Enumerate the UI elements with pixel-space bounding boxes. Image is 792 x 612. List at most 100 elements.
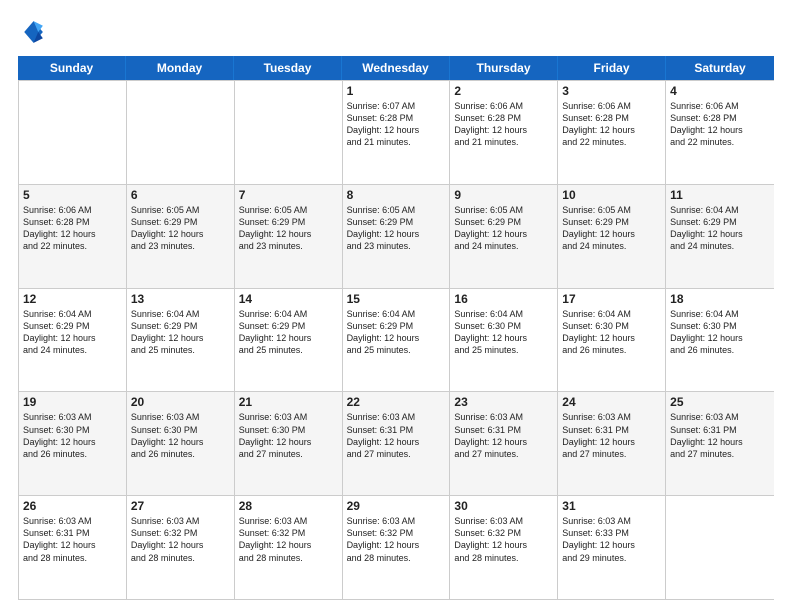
cell-info: Sunrise: 6:03 AM Sunset: 6:33 PM Dayligh… [562,515,661,564]
calendar-cell [666,496,774,599]
calendar-cell: 19Sunrise: 6:03 AM Sunset: 6:30 PM Dayli… [19,392,127,495]
cell-info: Sunrise: 6:03 AM Sunset: 6:31 PM Dayligh… [23,515,122,564]
calendar-cell: 23 Sunrise: 6:03 AM Sunset: 6:31 PM Dayli… [450,392,558,495]
cell-info: Sunrise: 6:03 AM Sunset: 6:32 PM Dayligh… [239,515,338,564]
cell-day-number: 30 [454,499,553,513]
calendar-cell: 22 Sunrise: 6:03 AM Sunset: 6:31 PM Dayli… [343,392,451,495]
header-day-tuesday: Tuesday [234,56,342,80]
cell-info: Sunrise: 6:06 AM Sunset: 6:28 PM Dayligh… [562,100,661,149]
calendar-cell: 24 Sunrise: 6:03 AM Sunset: 6:31 PM Dayli… [558,392,666,495]
cell-info: Sunrise: 6:05 AM Sunset: 6:29 PM Dayligh… [562,204,661,253]
calendar-row: 5Sunrise: 6:06 AM Sunset: 6:28 PM Daylig… [19,184,774,288]
cell-day-number: 20 [131,395,230,409]
calendar-cell: 17 Sunrise: 6:04 AM Sunset: 6:30 PM Dayli… [558,289,666,392]
calendar-cell: 20 Sunrise: 6:03 AM Sunset: 6:30 PM Dayli… [127,392,235,495]
cell-day-number: 12 [23,292,122,306]
cell-day-number: 16 [454,292,553,306]
cell-info: Sunrise: 6:06 AM Sunset: 6:28 PM Dayligh… [23,204,122,253]
calendar-row: 1 Sunrise: 6:07 AM Sunset: 6:28 PM Daylig… [19,80,774,184]
calendar-cell: 7 Sunrise: 6:05 AM Sunset: 6:29 PM Daylig… [235,185,343,288]
calendar-cell: 16 Sunrise: 6:04 AM Sunset: 6:30 PM Dayli… [450,289,558,392]
cell-day-number: 14 [239,292,338,306]
cell-info: Sunrise: 6:03 AM Sunset: 6:30 PM Dayligh… [131,411,230,460]
calendar-cell: 11 Sunrise: 6:04 AM Sunset: 6:29 PM Dayli… [666,185,774,288]
calendar-row: 26 Sunrise: 6:03 AM Sunset: 6:31 PM Dayli… [19,495,774,599]
cell-info: Sunrise: 6:03 AM Sunset: 6:32 PM Dayligh… [347,515,446,564]
cell-info: Sunrise: 6:03 AM Sunset: 6:32 PM Dayligh… [454,515,553,564]
calendar-cell: 9 Sunrise: 6:05 AM Sunset: 6:29 PM Daylig… [450,185,558,288]
cell-day-number: 28 [239,499,338,513]
calendar-cell: 18 Sunrise: 6:04 AM Sunset: 6:30 PM Dayli… [666,289,774,392]
cell-info: Sunrise: 6:05 AM Sunset: 6:29 PM Dayligh… [454,204,553,253]
cell-day-number: 2 [454,84,553,98]
cell-day-number: 13 [131,292,230,306]
header-day-wednesday: Wednesday [342,56,450,80]
calendar-cell: 1 Sunrise: 6:07 AM Sunset: 6:28 PM Daylig… [343,81,451,184]
cell-day-number: 23 [454,395,553,409]
calendar-cell: 21 Sunrise: 6:03 AM Sunset: 6:30 PM Dayli… [235,392,343,495]
cell-info: Sunrise: 6:04 AM Sunset: 6:30 PM Dayligh… [670,308,770,357]
cell-info: Sunrise: 6:03 AM Sunset: 6:30 PM Dayligh… [23,411,122,460]
cell-info: Sunrise: 6:03 AM Sunset: 6:30 PM Dayligh… [239,411,338,460]
cell-day-number: 27 [131,499,230,513]
cell-info: Sunrise: 6:03 AM Sunset: 6:32 PM Dayligh… [131,515,230,564]
calendar-cell: 4 Sunrise: 6:06 AM Sunset: 6:28 PM Daylig… [666,81,774,184]
cell-day-number: 31 [562,499,661,513]
cell-day-number: 15 [347,292,446,306]
cell-day-number: 21 [239,395,338,409]
cell-day-number: 24 [562,395,661,409]
cell-info: Sunrise: 6:04 AM Sunset: 6:29 PM Dayligh… [239,308,338,357]
header-day-thursday: Thursday [450,56,558,80]
cell-info: Sunrise: 6:04 AM Sunset: 6:30 PM Dayligh… [562,308,661,357]
header-day-friday: Friday [558,56,666,80]
calendar-cell: 6Sunrise: 6:05 AM Sunset: 6:29 PM Daylig… [127,185,235,288]
cell-day-number: 1 [347,84,446,98]
header-day-monday: Monday [126,56,234,80]
calendar-cell [19,81,127,184]
cell-info: Sunrise: 6:04 AM Sunset: 6:29 PM Dayligh… [670,204,770,253]
cell-info: Sunrise: 6:05 AM Sunset: 6:29 PM Dayligh… [239,204,338,253]
cell-info: Sunrise: 6:06 AM Sunset: 6:28 PM Dayligh… [670,100,770,149]
calendar-cell: 31 Sunrise: 6:03 AM Sunset: 6:33 PM Dayli… [558,496,666,599]
cell-info: Sunrise: 6:03 AM Sunset: 6:31 PM Dayligh… [454,411,553,460]
cell-day-number: 17 [562,292,661,306]
cell-info: Sunrise: 6:04 AM Sunset: 6:29 PM Dayligh… [23,308,122,357]
cell-info: Sunrise: 6:03 AM Sunset: 6:31 PM Dayligh… [562,411,661,460]
calendar-cell: 25Sunrise: 6:03 AM Sunset: 6:31 PM Dayli… [666,392,774,495]
cell-day-number: 26 [23,499,122,513]
calendar-cell: 3Sunrise: 6:06 AM Sunset: 6:28 PM Daylig… [558,81,666,184]
calendar-cell: 13Sunrise: 6:04 AM Sunset: 6:29 PM Dayli… [127,289,235,392]
cell-info: Sunrise: 6:05 AM Sunset: 6:29 PM Dayligh… [347,204,446,253]
cell-info: Sunrise: 6:03 AM Sunset: 6:31 PM Dayligh… [347,411,446,460]
cell-info: Sunrise: 6:04 AM Sunset: 6:30 PM Dayligh… [454,308,553,357]
calendar-cell: 14 Sunrise: 6:04 AM Sunset: 6:29 PM Dayli… [235,289,343,392]
calendar-cell: 8 Sunrise: 6:05 AM Sunset: 6:29 PM Daylig… [343,185,451,288]
header-day-sunday: Sunday [18,56,126,80]
cell-day-number: 22 [347,395,446,409]
cell-info: Sunrise: 6:05 AM Sunset: 6:29 PM Dayligh… [131,204,230,253]
cell-day-number: 18 [670,292,770,306]
cell-info: Sunrise: 6:07 AM Sunset: 6:28 PM Dayligh… [347,100,446,149]
calendar-cell: 2Sunrise: 6:06 AM Sunset: 6:28 PM Daylig… [450,81,558,184]
cell-day-number: 11 [670,188,770,202]
header-day-saturday: Saturday [666,56,774,80]
cell-info: Sunrise: 6:03 AM Sunset: 6:31 PM Dayligh… [670,411,770,460]
calendar-header: SundayMondayTuesdayWednesdayThursdayFrid… [18,56,774,80]
calendar-cell: 27 Sunrise: 6:03 AM Sunset: 6:32 PM Dayli… [127,496,235,599]
calendar-cell [127,81,235,184]
page: SundayMondayTuesdayWednesdayThursdayFrid… [0,0,792,612]
calendar-row: 12 Sunrise: 6:04 AM Sunset: 6:29 PM Dayli… [19,288,774,392]
calendar-cell: 15 Sunrise: 6:04 AM Sunset: 6:29 PM Dayli… [343,289,451,392]
cell-day-number: 7 [239,188,338,202]
cell-day-number: 29 [347,499,446,513]
logo-icon [18,18,46,46]
cell-day-number: 4 [670,84,770,98]
cell-day-number: 9 [454,188,553,202]
calendar: SundayMondayTuesdayWednesdayThursdayFrid… [18,56,774,600]
calendar-row: 19Sunrise: 6:03 AM Sunset: 6:30 PM Dayli… [19,391,774,495]
cell-info: Sunrise: 6:04 AM Sunset: 6:29 PM Dayligh… [347,308,446,357]
calendar-cell: 26 Sunrise: 6:03 AM Sunset: 6:31 PM Dayli… [19,496,127,599]
cell-day-number: 8 [347,188,446,202]
calendar-cell: 30 Sunrise: 6:03 AM Sunset: 6:32 PM Dayli… [450,496,558,599]
calendar-body: 1 Sunrise: 6:07 AM Sunset: 6:28 PM Daylig… [18,80,774,600]
